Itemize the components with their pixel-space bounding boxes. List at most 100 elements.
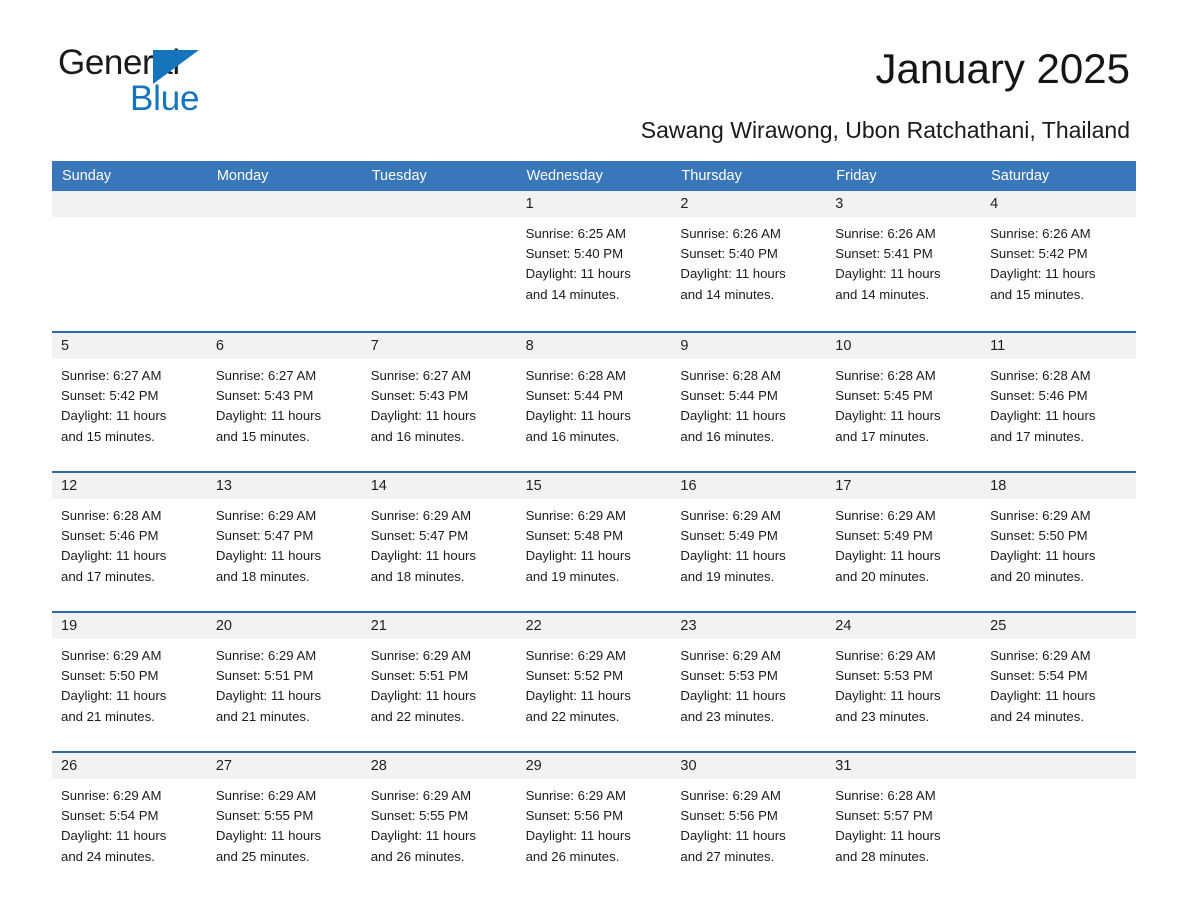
sunrise-time: Sunrise: 6:29 AM — [61, 648, 162, 663]
sunset-time: Sunset: 5:50 PM — [990, 528, 1088, 544]
calendar-day-cell[interactable]: 19 Sunrise: 6:29 AM Sunset: 5:50 PM Dayligh… — [52, 613, 207, 742]
day-details: Sunrise: 6:26 AM Sunset: 5:41 PM Daylight:… — [826, 217, 981, 305]
day-number: 5 — [52, 333, 207, 359]
calendar-day-cell[interactable]: 2 Sunrise: 6:26 AM Sunset: 5:40 PM Daylight… — [671, 191, 827, 320]
calendar-day-cell[interactable]: 9 Sunrise: 6:28 AM Sunset: 5:44 PM Daylight… — [671, 333, 827, 462]
calendar-day-cell[interactable]: 21 Sunrise: 6:29 AM Sunset: 5:51 PM Dayligh… — [361, 613, 517, 742]
sunset-time: Sunset: 5:55 PM — [215, 808, 314, 824]
daylight-duration-line1: Daylight: 11 hours — [680, 408, 786, 424]
calendar-day-cell[interactable]: 6 Sunrise: 6:27 AM Sunset: 5:43 PM Daylight… — [206, 333, 362, 462]
daylight-duration-line2: and 14 minutes. — [835, 286, 930, 302]
calendar-day-cell[interactable]: 8 Sunrise: 6:28 AM Sunset: 5:44 PM Daylight… — [516, 333, 672, 462]
calendar-day-cell[interactable]: 20 Sunrise: 6:29 AM Sunset: 5:51 PM Dayligh… — [206, 613, 362, 742]
daylight-duration-line1: Daylight: 11 hours — [835, 266, 941, 282]
calendar-day-cell[interactable]: 18 Sunrise: 6:29 AM Sunset: 5:50 PM Dayligh… — [981, 473, 1136, 602]
daylight-duration-line2: and 26 minutes. — [370, 848, 465, 864]
calendar-day-cell[interactable]: 28 Sunrise: 6:29 AM Sunset: 5:55 PM Dayligh… — [361, 753, 517, 882]
title-area: January 2025 — [208, 44, 1130, 94]
day-details: Sunrise: 6:28 AM Sunset: 5:44 PM Daylight:… — [671, 359, 826, 447]
calendar-day-cell[interactable]: 22 Sunrise: 6:29 AM Sunset: 5:52 PM Dayligh… — [516, 613, 672, 742]
calendar-day-cell[interactable]: 26 Sunrise: 6:29 AM Sunset: 5:54 PM Dayligh… — [52, 753, 207, 882]
day-details: Sunrise: 6:28 AM Sunset: 5:45 PM Daylight:… — [826, 359, 981, 447]
day-details: Sunrise: 6:26 AM Sunset: 5:42 PM Daylight:… — [981, 217, 1136, 305]
day-number: 8 — [516, 333, 672, 359]
day-details: Sunrise: 6:29 AM Sunset: 5:56 PM Daylight:… — [671, 779, 826, 867]
day-details: Sunrise: 6:29 AM Sunset: 5:54 PM Daylight:… — [52, 779, 207, 867]
day-number: 31 — [826, 753, 982, 779]
calendar-day-cell[interactable]: 25 Sunrise: 6:29 AM Sunset: 5:54 PM Dayligh… — [981, 613, 1136, 742]
day-number: 3 — [826, 191, 982, 217]
calendar-day-cell[interactable]: 27 Sunrise: 6:29 AM Sunset: 5:55 PM Dayligh… — [206, 753, 362, 882]
calendar-day-cell[interactable]: 11 Sunrise: 6:28 AM Sunset: 5:46 PM Dayligh… — [981, 333, 1136, 462]
calendar-day-cell-empty — [206, 191, 362, 320]
weekday-header-thursday: Thursday — [681, 168, 742, 184]
calendar-day-cell[interactable]: 1 Sunrise: 6:25 AM Sunset: 5:40 PM Daylight… — [516, 191, 672, 320]
logo-text-blue: Blue — [130, 79, 200, 118]
day-number: 20 — [206, 613, 362, 639]
sunrise-time: Sunrise: 6:29 AM — [525, 508, 626, 523]
calendar-day-cell[interactable]: 30 Sunrise: 6:29 AM Sunset: 5:56 PM Dayligh… — [671, 753, 827, 882]
day-number: 18 — [981, 473, 1136, 499]
day-number: 7 — [361, 333, 517, 359]
daylight-duration-line1: Daylight: 11 hours — [370, 548, 477, 564]
sunset-time: Sunset: 5:55 PM — [370, 808, 469, 824]
day-number: 11 — [981, 333, 1136, 359]
calendar-day-cell[interactable]: 29 Sunrise: 6:29 AM Sunset: 5:56 PM Dayligh… — [516, 753, 672, 882]
daylight-duration-line1: Daylight: 11 hours — [215, 408, 322, 424]
day-number: 22 — [516, 613, 672, 639]
daylight-duration-line2: and 22 minutes. — [370, 708, 465, 724]
calendar-day-cell[interactable]: 10 Sunrise: 6:28 AM Sunset: 5:45 PM Dayligh… — [826, 333, 982, 462]
day-details: Sunrise: 6:27 AM Sunset: 5:43 PM Daylight:… — [207, 359, 362, 447]
calendar-day-cell[interactable]: 5 Sunrise: 6:27 AM Sunset: 5:42 PM Daylight… — [52, 333, 207, 462]
daylight-duration-line2: and 20 minutes. — [990, 568, 1084, 584]
weekday-header-saturday: Saturday — [991, 168, 1050, 184]
sunrise-time: Sunrise: 6:29 AM — [370, 648, 472, 663]
sunrise-time: Sunrise: 6:29 AM — [990, 508, 1091, 523]
calendar-day-cell[interactable]: 13 Sunrise: 6:29 AM Sunset: 5:47 PM Dayligh… — [206, 473, 362, 602]
sunrise-time: Sunrise: 6:29 AM — [680, 508, 781, 523]
day-details: Sunrise: 6:29 AM Sunset: 5:51 PM Daylight:… — [207, 639, 362, 727]
daylight-duration-line1: Daylight: 11 hours — [525, 408, 631, 424]
sunrise-time: Sunrise: 6:27 AM — [215, 368, 317, 383]
daylight-duration-line2: and 21 minutes. — [61, 708, 155, 724]
sunrise-time: Sunrise: 6:28 AM — [680, 368, 781, 383]
sunset-time: Sunset: 5:49 PM — [835, 528, 933, 544]
calendar-day-cell[interactable]: 31 Sunrise: 6:28 AM Sunset: 5:57 PM Dayligh… — [826, 753, 982, 882]
page-header: General Blue January 2025 — [0, 0, 1188, 117]
calendar-day-cell[interactable]: 12 Sunrise: 6:28 AM Sunset: 5:46 PM Dayligh… — [52, 473, 207, 602]
day-details: Sunrise: 6:26 AM Sunset: 5:40 PM Daylight:… — [671, 217, 826, 305]
day-number: 6 — [206, 333, 362, 359]
calendar-day-cell[interactable]: 24 Sunrise: 6:29 AM Sunset: 5:53 PM Dayligh… — [826, 613, 982, 742]
daylight-duration-line1: Daylight: 11 hours — [990, 688, 1096, 704]
sunset-time: Sunset: 5:42 PM — [61, 388, 159, 404]
daylight-duration-line2: and 23 minutes. — [680, 708, 775, 724]
sunrise-time: Sunrise: 6:29 AM — [680, 788, 781, 803]
calendar-day-cell[interactable]: 3 Sunrise: 6:26 AM Sunset: 5:41 PM Daylight… — [826, 191, 982, 320]
sunrise-time: Sunrise: 6:28 AM — [525, 368, 626, 383]
calendar-day-cell-empty — [52, 191, 207, 320]
daylight-duration-line1: Daylight: 11 hours — [525, 266, 631, 282]
daylight-duration-line2: and 19 minutes. — [680, 568, 775, 584]
day-number: 9 — [671, 333, 827, 359]
day-details: Sunrise: 6:28 AM Sunset: 5:46 PM Daylight:… — [52, 499, 207, 587]
calendar-day-cell[interactable]: 7 Sunrise: 6:27 AM Sunset: 5:43 PM Daylight… — [361, 333, 517, 462]
calendar-day-cell[interactable]: 15 Sunrise: 6:29 AM Sunset: 5:48 PM Dayligh… — [516, 473, 672, 602]
general-blue-logo[interactable]: General Blue — [58, 44, 208, 118]
calendar-day-cell[interactable]: 16 Sunrise: 6:29 AM Sunset: 5:49 PM Dayligh… — [671, 473, 827, 602]
sunrise-time: Sunrise: 6:29 AM — [370, 508, 472, 523]
day-details: Sunrise: 6:27 AM Sunset: 5:42 PM Daylight:… — [52, 359, 207, 447]
calendar-day-cell[interactable]: 17 Sunrise: 6:29 AM Sunset: 5:49 PM Dayligh… — [826, 473, 982, 602]
calendar-day-cell[interactable]: 4 Sunrise: 6:26 AM Sunset: 5:42 PM Daylight… — [981, 191, 1136, 320]
daylight-duration-line2: and 25 minutes. — [215, 848, 310, 864]
calendar-weeks: 1 Sunrise: 6:25 AM Sunset: 5:40 PM Daylight… — [52, 191, 1136, 886]
daylight-duration-line2: and 19 minutes. — [525, 568, 620, 584]
day-details: Sunrise: 6:28 AM Sunset: 5:46 PM Daylight:… — [981, 359, 1136, 447]
daylight-duration-line1: Daylight: 11 hours — [990, 548, 1096, 564]
daylight-duration-line2: and 20 minutes. — [835, 568, 930, 584]
calendar-day-cell[interactable]: 14 Sunrise: 6:29 AM Sunset: 5:47 PM Dayligh… — [361, 473, 517, 602]
sunrise-time: Sunrise: 6:29 AM — [990, 648, 1091, 663]
page-title: January 2025 — [875, 45, 1130, 92]
day-number: 12 — [52, 473, 207, 499]
day-details: Sunrise: 6:29 AM Sunset: 5:49 PM Daylight:… — [826, 499, 981, 587]
calendar-day-cell[interactable]: 23 Sunrise: 6:29 AM Sunset: 5:53 PM Dayligh… — [671, 613, 827, 742]
